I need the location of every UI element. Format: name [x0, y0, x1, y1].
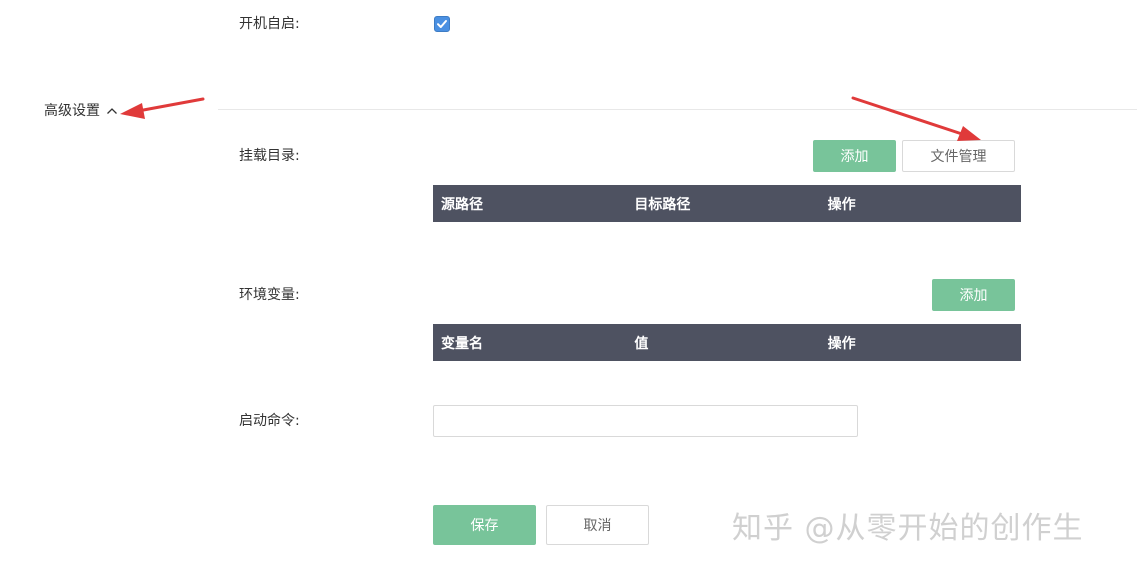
column-header-source-path: 源路径 — [441, 196, 483, 213]
autostart-label: 开机自启: — [239, 16, 300, 32]
mount-add-button[interactable]: 添加 — [813, 140, 896, 172]
env-table-header: 变量名 值 操作 — [433, 324, 1021, 361]
check-icon — [437, 20, 447, 28]
column-header-actions: 操作 — [827, 196, 856, 213]
column-header-variable-name: 变量名 — [441, 335, 483, 352]
mount-label: 挂载目录: — [239, 148, 300, 164]
mount-table-header: 源路径 目标路径 操作 — [433, 185, 1021, 222]
column-header-actions: 操作 — [827, 335, 856, 352]
annotation-arrow-file-manage — [851, 96, 981, 141]
save-button[interactable]: 保存 — [433, 505, 536, 545]
advanced-settings-title: 高级设置 — [44, 103, 100, 119]
autostart-checkbox[interactable] — [434, 16, 450, 32]
annotation-arrow-advanced — [120, 97, 205, 119]
column-header-value: 值 — [634, 335, 649, 352]
watermark-text: 知乎 @从零开始的创作生 — [732, 511, 1084, 546]
cancel-button[interactable]: 取消 — [546, 505, 649, 545]
env-label: 环境变量: — [239, 287, 300, 303]
chevron-up-icon — [107, 108, 117, 114]
env-add-button[interactable]: 添加 — [932, 279, 1015, 311]
section-divider — [218, 109, 1137, 110]
column-header-target-path: 目标路径 — [634, 196, 691, 213]
advanced-settings-toggle[interactable]: 高级设置 — [44, 101, 118, 121]
file-manage-button[interactable]: 文件管理 — [902, 140, 1015, 172]
command-label: 启动命令: — [239, 413, 300, 429]
command-input[interactable] — [433, 405, 858, 437]
container-settings-page: 开机自启: 高级设置 挂载目录: 添加 文件管理 源路径 目标路径 操作 环境变… — [0, 0, 1137, 568]
